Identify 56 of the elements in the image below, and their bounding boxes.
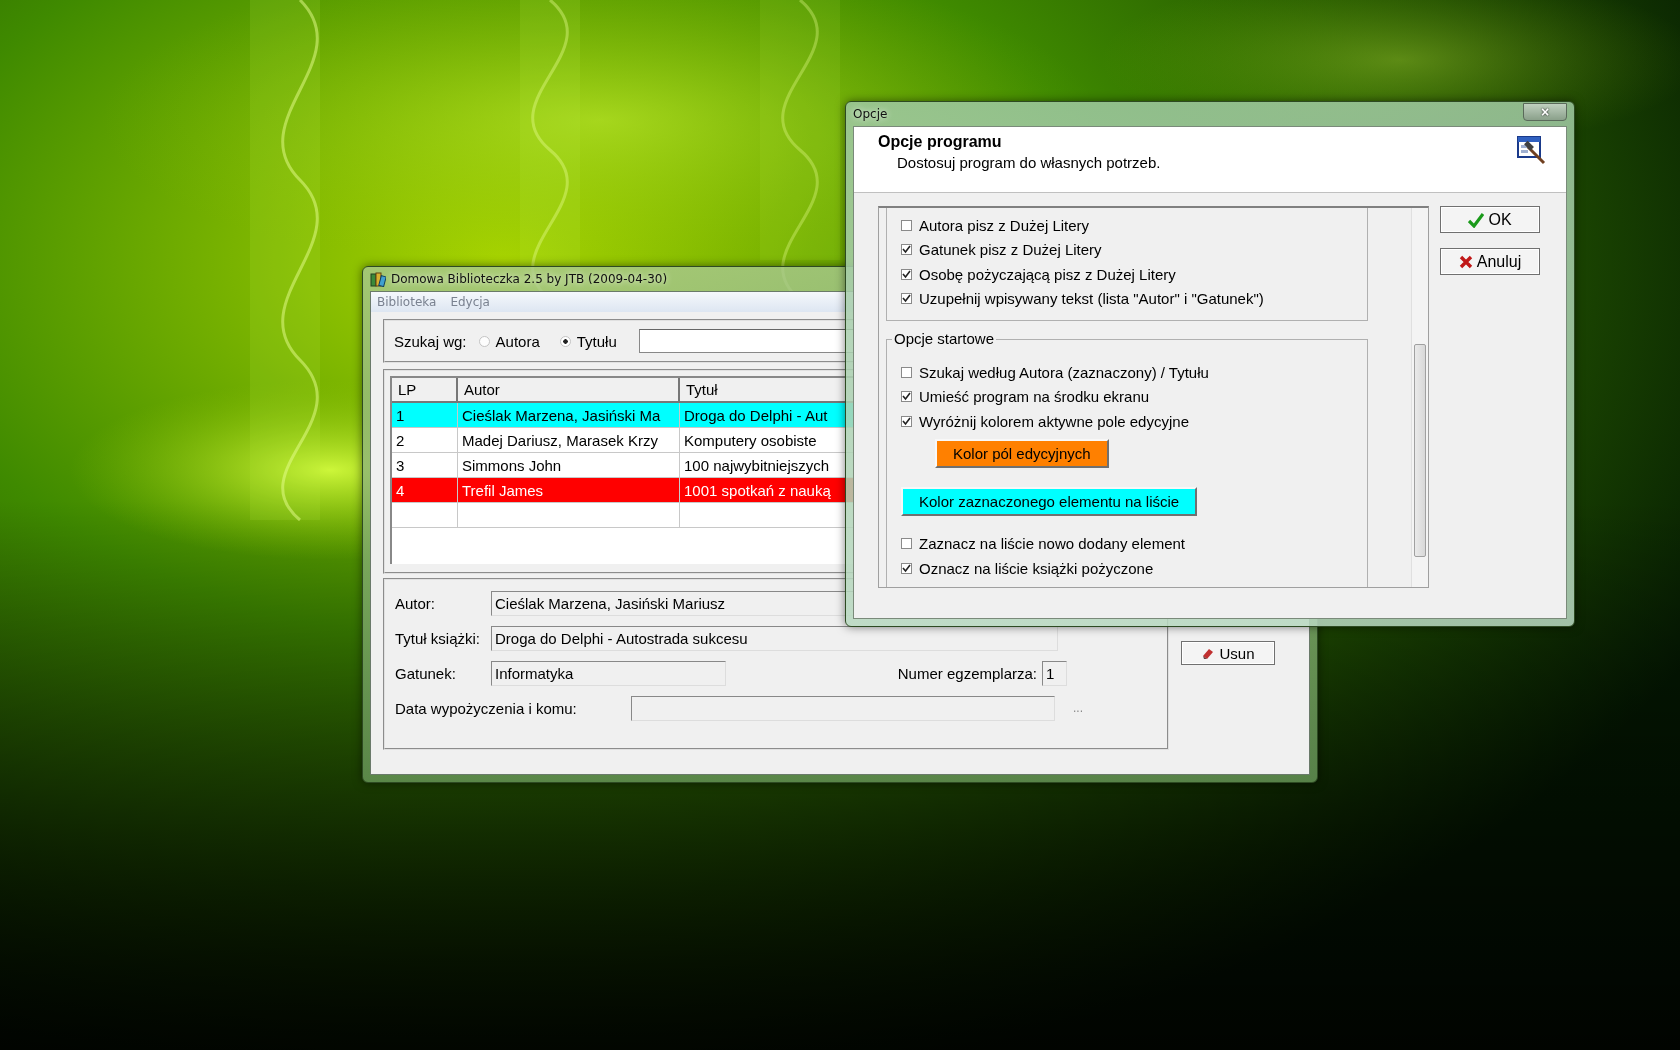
books-icon <box>370 271 386 287</box>
checkbox[interactable] <box>901 268 912 280</box>
checkbox[interactable] <box>901 415 912 427</box>
radio-label[interactable]: Autora <box>495 332 540 350</box>
radio-button[interactable] <box>478 335 490 347</box>
checkbox-label[interactable]: Szukaj według Autora (zaznaczony) / Tytułu <box>919 363 1209 381</box>
checkbox-label[interactable]: Autora pisz z Dużej Litery <box>919 216 1090 234</box>
table-cell: 4 <box>392 478 458 503</box>
checkbox[interactable] <box>901 391 912 403</box>
scrollbar[interactable] <box>1411 208 1428 587</box>
input-field[interactable]: 1 <box>1042 660 1067 686</box>
color-button[interactable]: Kolor zaznaczonego elementu na liście <box>901 486 1198 516</box>
header-subtitle: Dostosuj program do własnych potrzeb. <box>897 154 1161 171</box>
field-label: Data wypożyczenia i komu: <box>395 699 578 717</box>
radio-button[interactable] <box>559 335 571 347</box>
field-label: Gatunek: <box>395 664 457 682</box>
checkbox[interactable] <box>901 538 912 550</box>
checkbox[interactable] <box>901 219 912 231</box>
checkbox-label[interactable]: Oznacz na liście książki pożyczone <box>919 559 1154 577</box>
checkbox[interactable] <box>901 366 912 378</box>
checkmark-icon <box>1468 211 1485 228</box>
window-title: Opcje <box>853 107 888 121</box>
input-field[interactable]: Informatyka <box>491 660 726 686</box>
delete-button[interactable]: Usun <box>1181 641 1275 665</box>
checkbox-label[interactable]: Umieść program na środku ekranu <box>919 388 1150 406</box>
radio-label[interactable]: Tytułu <box>576 332 617 350</box>
table-cell: 1 <box>392 403 458 428</box>
search-label: Szukaj wg: <box>394 332 467 350</box>
field-label: Autor: <box>395 594 437 612</box>
field-label: Numer egzemplarza: <box>897 664 1037 682</box>
checkbox-label[interactable]: Uzupełnij wpisywany tekst (lista "Autor" i "Gatunek") <box>919 290 1264 308</box>
cross-icon <box>1458 254 1473 269</box>
window-title: Domowa Biblioteczka 2.5 by JTB (2009-04-30) <box>391 272 668 286</box>
field-label: Tytuł książki: <box>395 629 482 647</box>
color-button[interactable]: Kolor pól edycyjnych <box>935 438 1109 468</box>
checkbox[interactable] <box>901 562 912 574</box>
ok-button[interactable]: OK <box>1440 206 1540 233</box>
table-cell: 2 <box>392 428 458 453</box>
group-title: Opcje startowe <box>892 330 997 347</box>
column-header[interactable]: Autor <box>458 378 680 403</box>
checkbox[interactable] <box>901 244 912 256</box>
checkbox-label[interactable]: Osobę pożyczającą pisz z Dużej Litery <box>919 265 1176 283</box>
input-field[interactable] <box>631 695 1055 721</box>
column-header[interactable]: LP <box>392 378 458 403</box>
table-cell: Madej Dariusz, Marasek Krzy <box>458 428 680 453</box>
cancel-button[interactable]: Anuluj <box>1440 248 1540 275</box>
table-cell: Trefil James <box>458 478 680 503</box>
checkbox-label[interactable]: Zaznacz na liście nowo dodany element <box>919 535 1185 553</box>
header-title: Opcje programu <box>878 133 1003 151</box>
eraser-icon <box>1201 646 1216 660</box>
checkbox-label[interactable]: Gatunek pisz z Dużej Litery <box>919 241 1102 259</box>
checkbox[interactable] <box>901 293 912 305</box>
input-field[interactable]: Droga do Delphi - Autostrada sukcesu <box>491 625 1058 651</box>
table-cell: Cieślak Marzena, Jasiński Ma <box>458 403 680 428</box>
scroll-thumb[interactable] <box>1414 344 1426 557</box>
window-hammer-icon <box>1516 135 1546 165</box>
